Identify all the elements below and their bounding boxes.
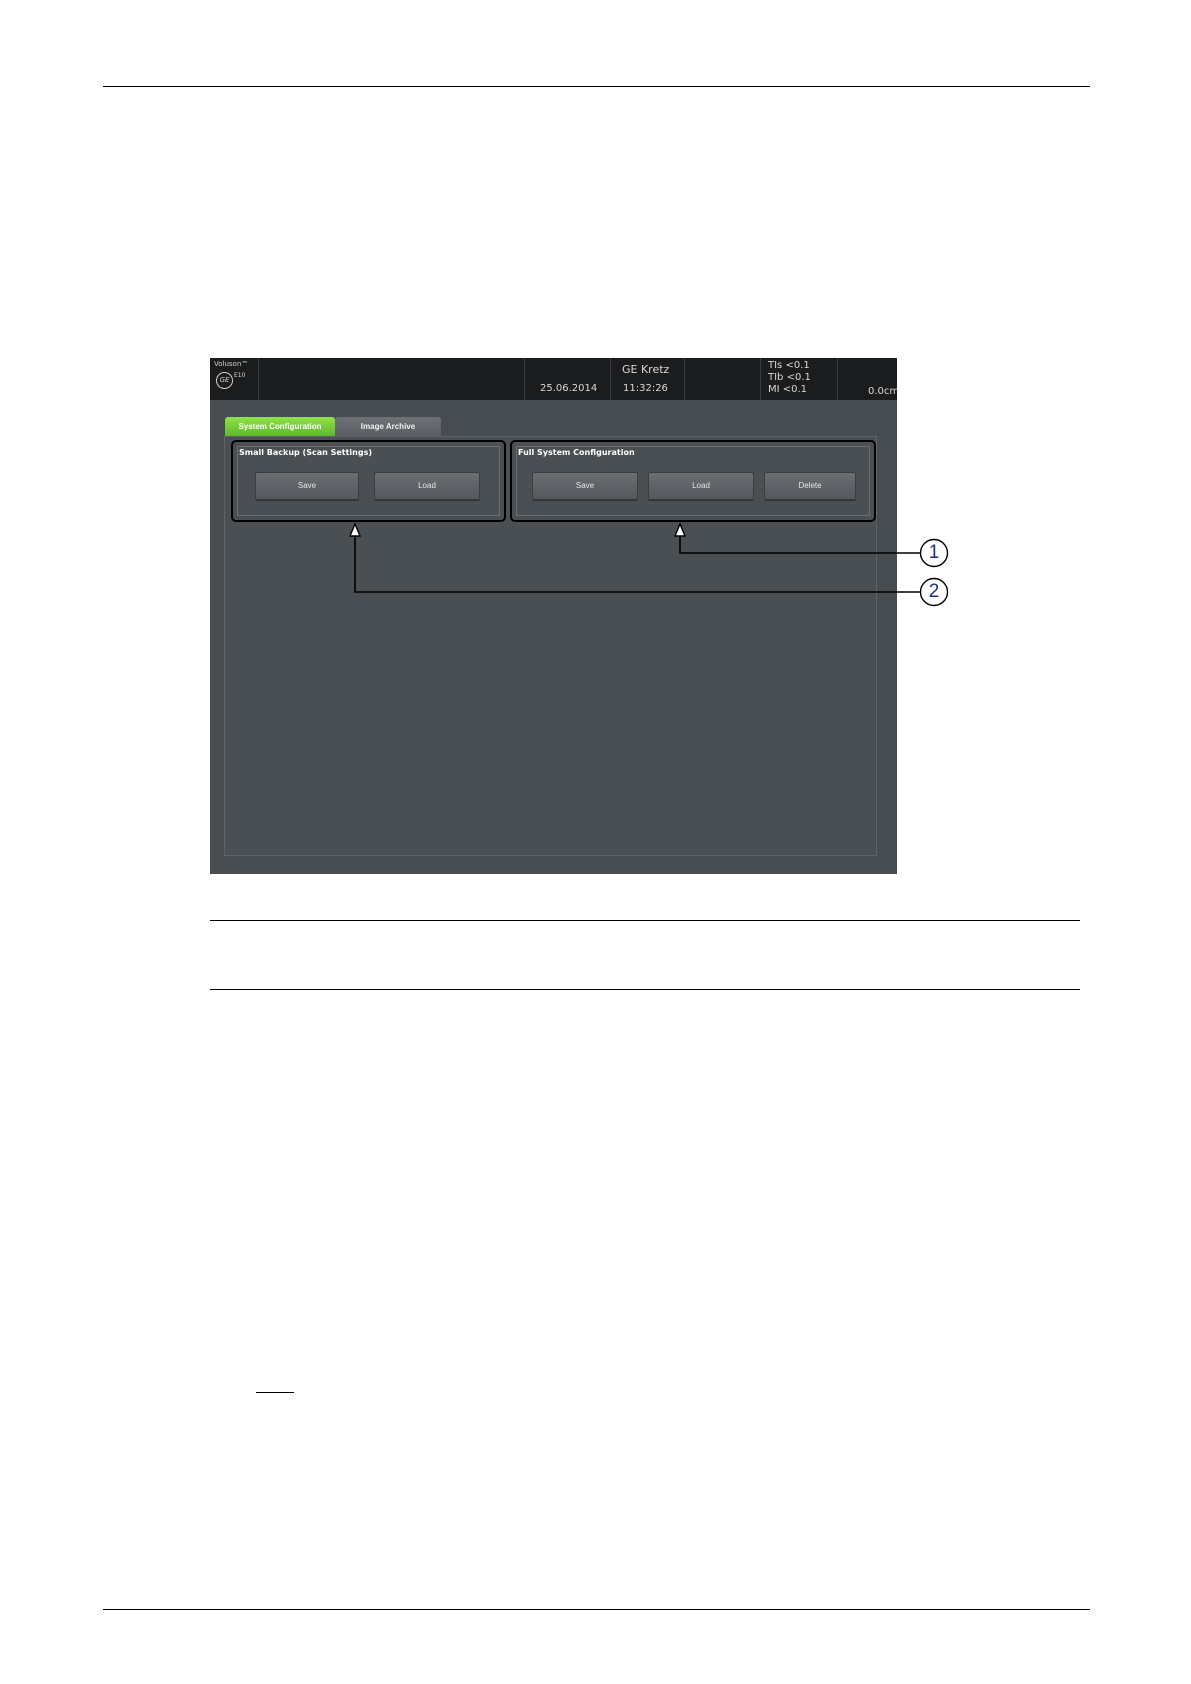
arrow-head-two: [348, 522, 362, 537]
callout-line-two: [354, 526, 920, 593]
callout-line-one: [679, 526, 920, 554]
callout-annotations: [348, 522, 949, 607]
arrow-head-one: [673, 522, 687, 537]
callout-number-one: 1: [928, 542, 940, 563]
callout-number-two: 2: [928, 581, 940, 602]
